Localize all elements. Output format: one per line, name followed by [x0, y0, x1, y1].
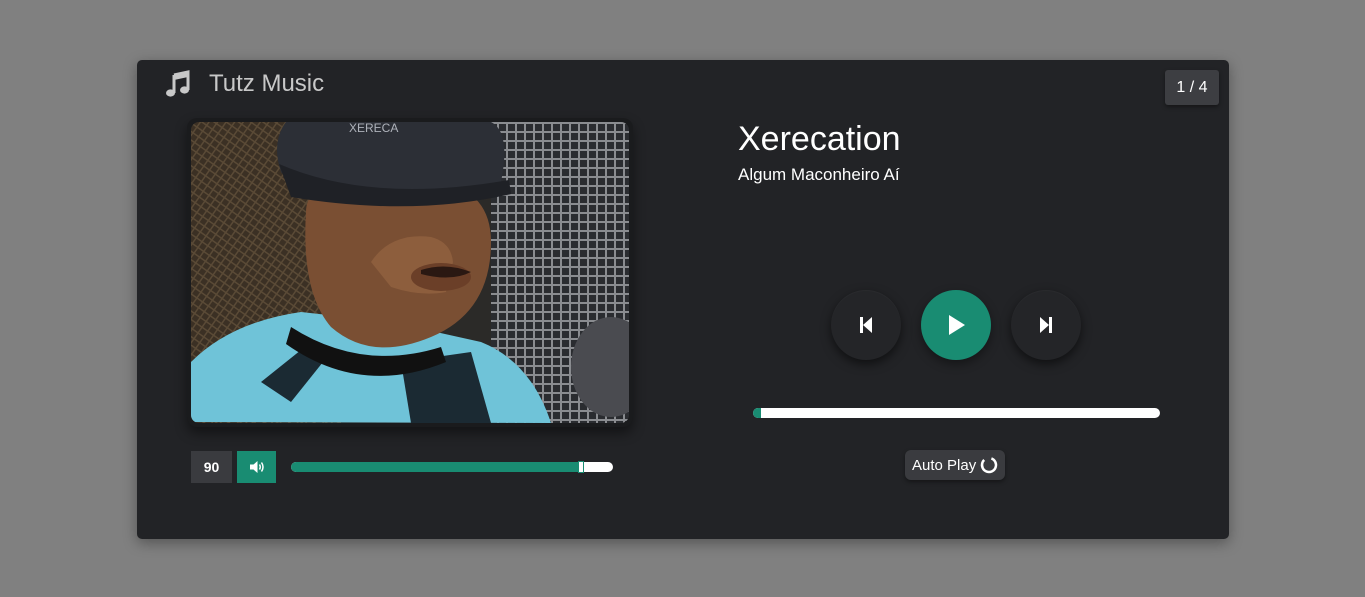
volume-slider-thumb[interactable] [577, 461, 584, 473]
app-header: Tutz Music [165, 70, 324, 98]
music-player: Tutz Music 1 / 4 XERECA 90 Xerecation Al… [137, 60, 1229, 539]
music-note-icon [166, 70, 190, 97]
album-cover: XERECA [187, 118, 633, 427]
progress-bar[interactable] [753, 408, 1160, 418]
cover-image: XERECA [191, 122, 629, 423]
previous-button[interactable] [831, 290, 901, 360]
skip-previous-icon [860, 317, 872, 333]
skip-next-icon [1040, 317, 1052, 333]
progress-bar-fill [753, 408, 762, 418]
volume-slider-fill [291, 462, 581, 472]
song-title: Xerecation [738, 120, 901, 158]
loading-spinner-icon [980, 456, 998, 474]
app-title: Tutz Music [209, 70, 325, 97]
play-button[interactable] [921, 290, 991, 360]
svg-text:XERECA: XERECA [349, 122, 398, 135]
play-icon [949, 315, 965, 335]
next-button[interactable] [1011, 290, 1081, 360]
volume-slider[interactable] [291, 461, 613, 473]
volume-icon [249, 461, 264, 473]
mute-button[interactable] [237, 451, 276, 483]
track-counter: 1 / 4 [1165, 70, 1219, 105]
volume-value: 90 [191, 451, 232, 483]
autoplay-button[interactable]: Auto Play [905, 450, 1006, 480]
autoplay-label: Auto Play [912, 456, 977, 474]
song-artist: Algum Maconheiro Aí [738, 165, 900, 184]
